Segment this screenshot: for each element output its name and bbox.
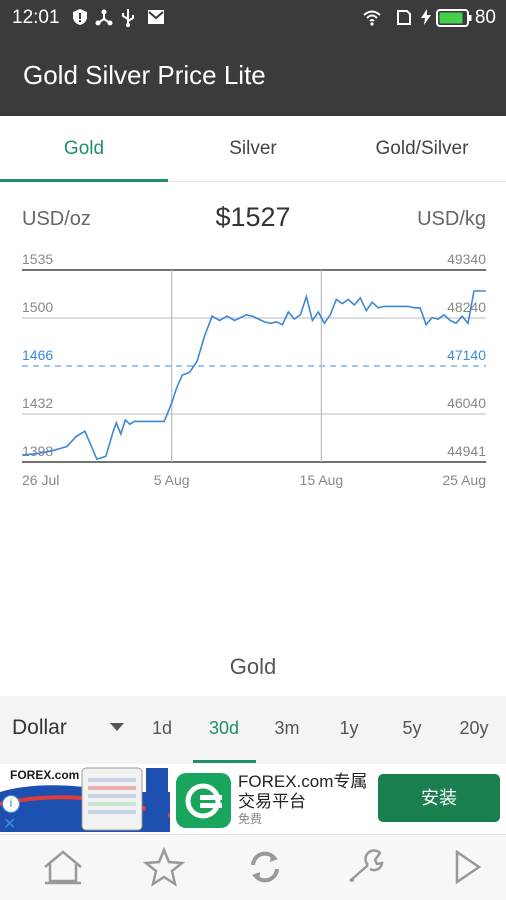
price-chart[interactable]: 1535 493401500 482401466 471401432 460401398… [0, 240, 506, 500]
charging-icon [421, 9, 431, 25]
price-line [21, 290, 486, 461]
ad-close-icon[interactable]: ✕ [3, 814, 16, 834]
ad-banner[interactable]: FOREX.com i ✕ FOREX.com专属 交易平台 免费 安装 [0, 764, 506, 834]
app-bar: Gold Silver Price Lite [0, 36, 506, 116]
ad-app-icon[interactable] [176, 773, 231, 828]
y-tick-right: 48240 [447, 299, 486, 315]
ad-install-button[interactable]: 安装 [378, 774, 500, 822]
y-tick-right: 49340 [447, 251, 486, 267]
ad-title-line2[interactable]: 交易平台 [238, 787, 306, 812]
range-1y[interactable]: 1y [324, 718, 374, 739]
range-1d[interactable]: 1d [137, 718, 187, 739]
x-tick-label: 26 Jul [22, 472, 59, 488]
usb-icon [122, 9, 134, 27]
usb-tether-icon [95, 9, 113, 26]
clock: 12:01 [12, 7, 60, 28]
battery-percent: 80 [474, 7, 496, 28]
x-tick-label: 25 Aug [442, 472, 486, 488]
ad-info-icon[interactable]: i [2, 795, 20, 813]
bottom-nav [0, 834, 506, 900]
y-tick-right: 44941 [447, 443, 486, 459]
y-tick-left: 1535 [22, 251, 53, 267]
refresh-icon[interactable] [243, 847, 287, 887]
wrench-icon[interactable] [344, 847, 388, 887]
range-20y[interactable]: 20y [449, 718, 499, 739]
battery-icon [436, 9, 472, 27]
tab-indicator [0, 179, 168, 182]
tab-silver[interactable]: Silver [169, 116, 337, 182]
tab-gold[interactable]: Gold [0, 116, 168, 182]
y-tick-left: 1432 [22, 395, 53, 411]
sim-icon [397, 10, 411, 25]
x-tick-label: 15 Aug [300, 472, 344, 488]
wifi-icon [363, 10, 381, 26]
y-tick-left: 1500 [22, 299, 53, 315]
metal-label: Gold [229, 654, 277, 679]
x-tick-label: 5 Aug [154, 472, 190, 488]
metal-tabs: Gold Silver Gold/Silver [0, 116, 506, 182]
currency-selector[interactable]: Dollar [12, 716, 67, 740]
app-title: Gold Silver Price Lite [23, 60, 266, 90]
tab-gold-silver[interactable]: Gold/Silver [338, 116, 506, 182]
range-bar: Dollar 1d 30d 3m 1y 5y 20y [0, 696, 506, 764]
y-tick-right: 47140 [447, 347, 486, 363]
range-indicator [193, 760, 256, 763]
ad-brand: FOREX.com [10, 768, 80, 782]
unit-right: USD/kg [417, 208, 486, 230]
y-tick-right: 46040 [447, 395, 486, 411]
shield-icon [73, 9, 87, 25]
range-5y[interactable]: 5y [387, 718, 437, 739]
mail-icon [148, 10, 164, 24]
star-icon[interactable] [142, 847, 186, 887]
range-30d[interactable]: 30d [199, 718, 249, 739]
play-icon[interactable] [445, 847, 489, 887]
status-bar: 12:01 80 [0, 0, 506, 36]
ad-thumbnail[interactable]: FOREX.com [0, 764, 170, 832]
y-tick-left: 1466 [22, 347, 53, 363]
dropdown-arrow-icon[interactable] [110, 723, 124, 731]
ad-subtitle: 免费 [238, 812, 263, 826]
range-3m[interactable]: 3m [262, 718, 312, 739]
home-icon[interactable] [41, 847, 85, 887]
